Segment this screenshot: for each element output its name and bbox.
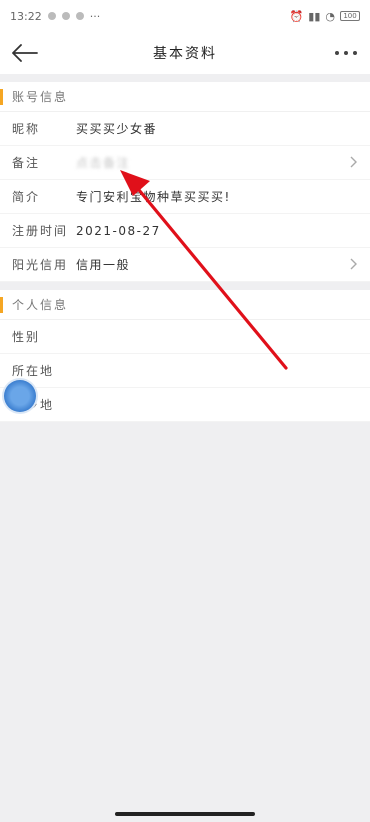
status-time: 13:22	[10, 9, 42, 23]
notification-icon	[47, 12, 56, 20]
row-location: 所在地	[0, 354, 370, 388]
section-header: 个人信息	[0, 290, 370, 320]
row-gender: 性别	[0, 320, 370, 354]
home-indicator[interactable]	[115, 812, 255, 816]
row-nickname: 昵称 买买买少女番	[0, 112, 370, 146]
section-title: 账号信息	[12, 90, 69, 104]
chevron-right-icon	[350, 258, 357, 270]
row-label: 昵称	[12, 122, 41, 136]
row-value: 专门安利宝物种草买买买!	[76, 190, 231, 204]
page-title: 基本资料	[153, 46, 217, 62]
battery-icon: 100	[340, 11, 360, 21]
status-bar: 13:22 ··· ⏰ ▮▮ ◔ 100	[0, 0, 370, 32]
more-notifications-icon: ···	[89, 9, 101, 23]
status-left: 13:22 ···	[10, 10, 100, 23]
row-value-placeholder: 点击备注	[76, 156, 131, 170]
notification-icon	[61, 12, 70, 20]
row-bio: 简介 专门安利宝物种草买买买!	[0, 180, 370, 214]
row-label: 注册时间	[12, 224, 69, 238]
section-accent-bar	[0, 297, 3, 313]
more-options-button[interactable]	[328, 38, 358, 68]
personal-info-section: 个人信息 性别 所在地 家乡地	[0, 290, 370, 422]
more-dots-icon	[335, 51, 357, 55]
row-value: 买买买少女番	[76, 122, 158, 136]
top-nav-bar: 基本资料	[0, 32, 370, 74]
row-value: 2021-08-27	[76, 223, 161, 238]
floating-assistant-ball[interactable]	[2, 378, 38, 414]
row-label: 阳光信用	[12, 258, 69, 272]
status-right: ⏰ ▮▮ ◔ 100	[290, 10, 360, 23]
row-label: 所在地	[12, 364, 55, 378]
row-label: 备注	[12, 156, 41, 170]
section-accent-bar	[0, 89, 3, 105]
row-register-time: 注册时间 2021-08-27	[0, 214, 370, 248]
row-sunshine-credit[interactable]: 阳光信用 信用一般	[0, 248, 370, 282]
chevron-right-icon	[350, 156, 357, 168]
back-button[interactable]	[12, 38, 42, 68]
section-header: 账号信息	[0, 82, 370, 112]
row-value: 信用一般	[76, 258, 131, 272]
row-remark[interactable]: 备注 点击备注	[0, 146, 370, 180]
account-info-section: 账号信息 昵称 买买买少女番 备注 点击备注 简介 专门安利宝物种草买买买! 注…	[0, 82, 370, 282]
row-hometown: 家乡地	[0, 388, 370, 422]
alarm-icon: ⏰	[289, 9, 304, 23]
section-title: 个人信息	[12, 298, 69, 312]
back-arrow-icon	[12, 44, 38, 62]
notification-icon	[75, 12, 84, 20]
wifi-icon: ◔	[325, 9, 335, 23]
row-label: 性别	[12, 330, 41, 344]
signal-icon: ▮▮	[308, 9, 321, 23]
row-label: 简介	[12, 190, 41, 204]
